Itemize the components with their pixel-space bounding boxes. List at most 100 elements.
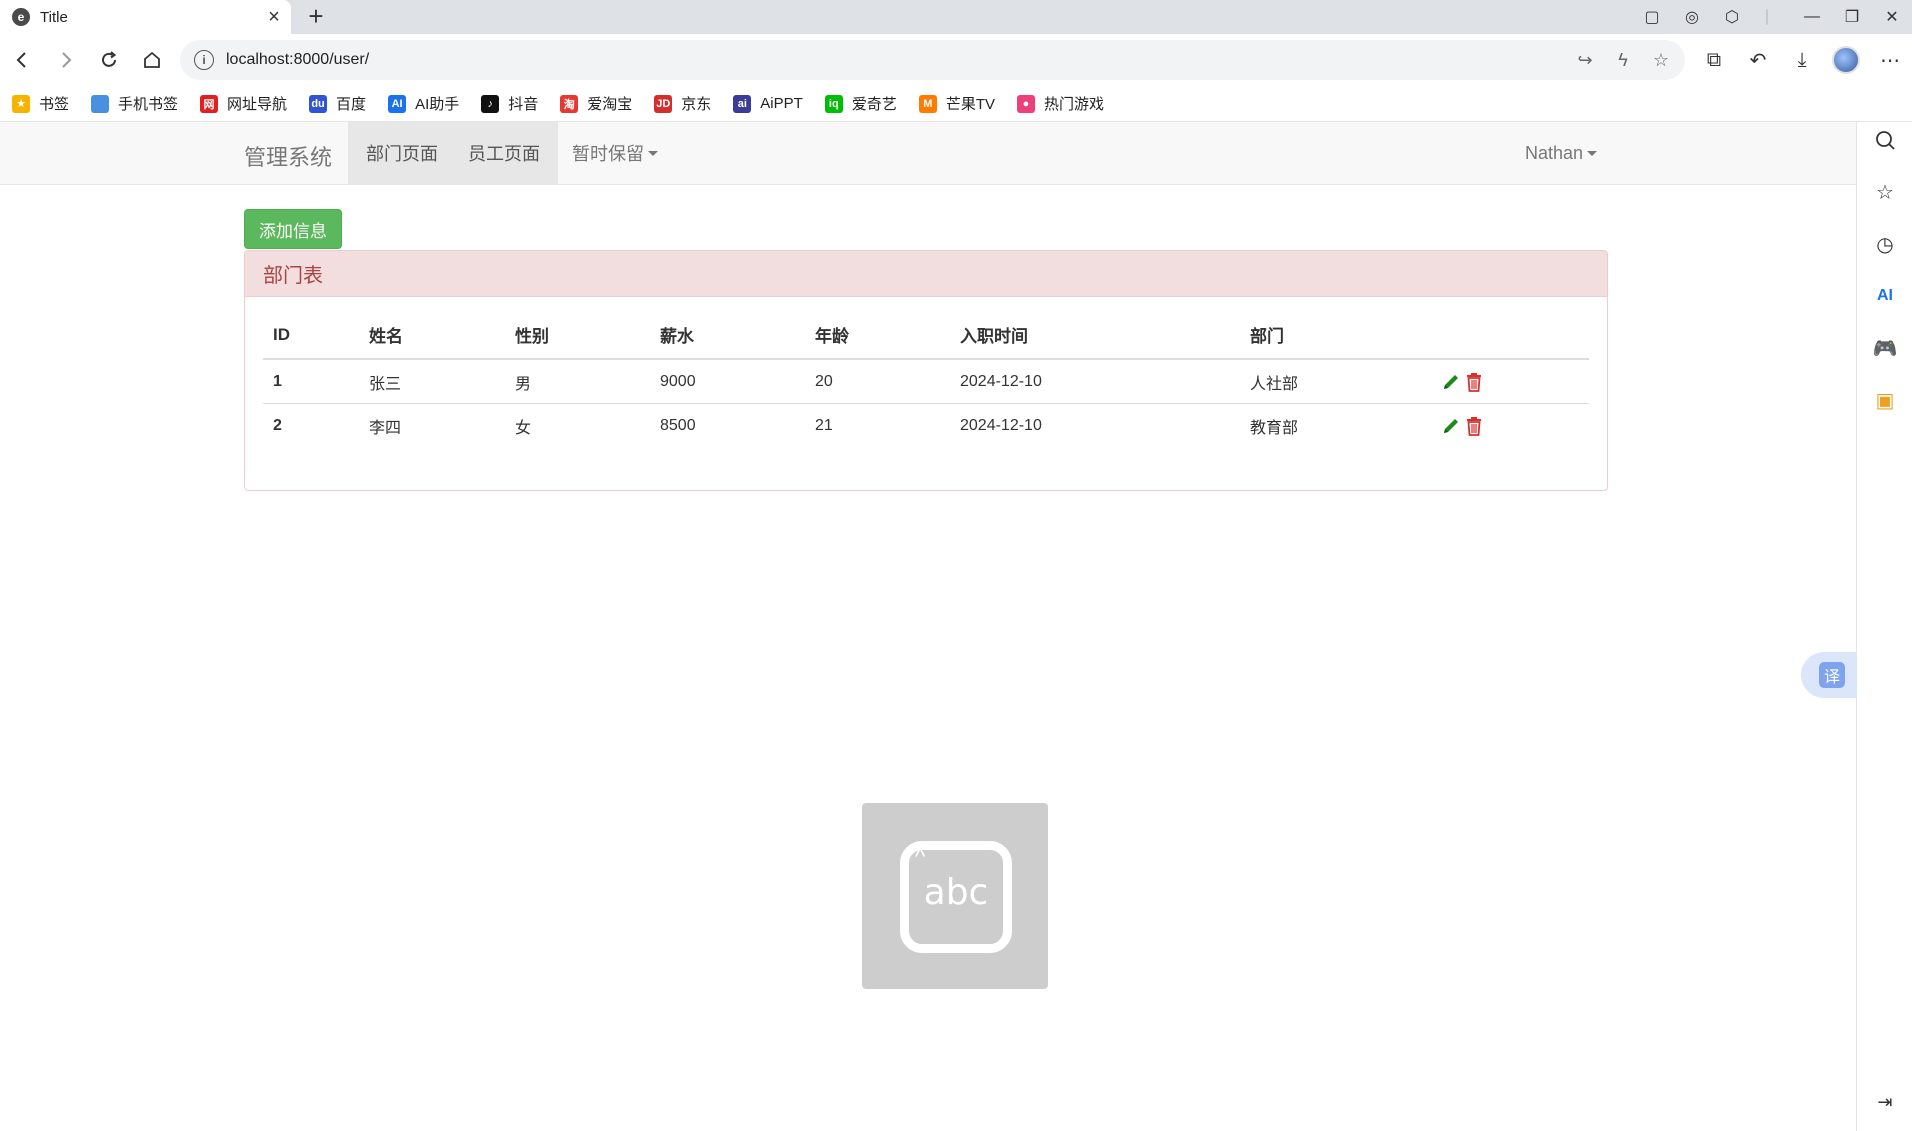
nav-dept-page[interactable]: 部门页面 <box>348 122 456 184</box>
cell-dept: 教育部 <box>1250 420 1299 437</box>
sidebar-collapse-icon[interactable]: ⇥ <box>1867 1084 1903 1120</box>
cell-id: 1 <box>273 372 282 390</box>
extensions-icon[interactable]: ⧉ <box>1692 42 1736 78</box>
reload-button[interactable] <box>93 44 125 76</box>
caret-up-icon: ^ <box>915 844 926 869</box>
extensions-bar-icon[interactable]: ⬡ <box>1712 0 1752 34</box>
bookmark-label: 热门游戏 <box>1044 96 1105 113</box>
col-header-name: 姓名 <box>369 327 403 346</box>
table-row: 1 张三 男 9000 20 2024-12-10 人社部 <box>263 360 1589 404</box>
browser-tab[interactable]: e Title × <box>0 0 291 34</box>
row-actions <box>1441 360 1483 403</box>
home-icon <box>144 51 160 68</box>
translate-button[interactable]: 译 <box>1801 652 1857 698</box>
forward-button[interactable] <box>50 44 82 76</box>
home-button[interactable] <box>136 44 168 76</box>
user-menu-dropdown[interactable]: Nathan <box>1507 122 1615 184</box>
cell-name: 张三 <box>369 375 402 393</box>
bookmark-label: 手机书签 <box>118 96 179 113</box>
minimize-button[interactable]: — <box>1792 0 1832 34</box>
cell-age: 21 <box>815 417 833 434</box>
restore-button[interactable]: ❐ <box>1832 0 1872 34</box>
sidebar-toolbox-icon[interactable]: ▣ <box>1867 382 1903 418</box>
nav-employee-page[interactable]: 员工页面 <box>450 122 558 184</box>
bookmarks-bar: ★ 书签 手机书签 网网址导航 du 百度 AI AI助手 ♪ 抖音 淘爱淘宝 JD 京东 ai AiPPT… <box>0 86 1912 122</box>
delete-trash-icon[interactable] <box>1465 416 1483 436</box>
bookmark-item[interactable]: iq 爱奇艺 <box>824 93 897 114</box>
bookmark-item[interactable]: 手机书签 <box>91 93 178 114</box>
cell-gender: 女 <box>515 420 532 437</box>
table-row: 2 李四 女 8500 21 2024-12-10 教育部 <box>263 404 1589 448</box>
dept-table: ID 姓名 性别 薪水 年龄 入职时间 部门 1 张三 男 9000 20 20… <box>263 311 1589 448</box>
cell-name: 李四 <box>369 420 402 437</box>
col-header-salary: 薪水 <box>660 327 694 346</box>
sidebar-games-icon[interactable]: 🎮 <box>1867 330 1903 366</box>
bookmark-label: 爱奇艺 <box>851 96 897 113</box>
nav-dropdown-reserved[interactable]: 暂时保留 <box>554 122 676 184</box>
forward-arrow-icon <box>62 52 72 68</box>
avatar <box>1832 46 1860 74</box>
cell-salary: 8500 <box>660 417 696 434</box>
sidebar-ai-icon[interactable]: AI <box>1867 278 1903 314</box>
phone-icon <box>91 94 110 113</box>
add-info-button[interactable]: 添加信息 <box>244 209 342 249</box>
cell-gender: 男 <box>515 375 532 393</box>
sidebar-search-icon[interactable] <box>1867 122 1903 158</box>
top-navbar: 管理系统 部门页面 员工页面 暂时保留 Nathan <box>0 122 1856 185</box>
cell-hire-date: 2024-12-10 <box>960 417 1042 434</box>
caret-down-icon <box>648 150 658 156</box>
bookmark-item[interactable]: 淘爱淘宝 <box>560 93 632 114</box>
ime-mode-indicator: ^ abc <box>862 803 1048 989</box>
bookmark-label: 抖音 <box>508 96 539 113</box>
iqiyi-icon: iq <box>824 94 843 113</box>
panel-heading: 部门表 <box>245 251 1607 297</box>
sidebar-favorites-icon[interactable]: ☆ <box>1867 174 1903 210</box>
bookmark-label: 芒果TV <box>945 96 995 113</box>
bookmark-item[interactable]: ★ 书签 <box>12 93 69 114</box>
bookmark-label: 爱淘宝 <box>587 96 633 113</box>
site-info-icon[interactable]: i <box>194 50 214 70</box>
profile-avatar-button[interactable] <box>1824 42 1868 78</box>
bookmark-item[interactable]: du 百度 <box>309 93 366 114</box>
url-text[interactable]: localhost:8000/user/ <box>226 51 369 69</box>
cell-salary: 9000 <box>660 372 696 390</box>
col-header-id: ID <box>273 324 290 344</box>
back-button[interactable] <box>6 44 38 76</box>
undo-history-icon[interactable]: ↶ <box>1736 42 1780 78</box>
back-arrow-icon <box>16 52 26 68</box>
bookmark-item[interactable]: AI AI助手 <box>388 93 459 114</box>
douyin-icon: ♪ <box>481 94 500 113</box>
bookmark-label: 网址导航 <box>227 96 288 113</box>
bookmark-label: 京东 <box>681 96 712 113</box>
bookmark-star-icon[interactable]: ☆ <box>1647 46 1675 74</box>
sidebar-history-icon[interactable]: ◷ <box>1867 226 1903 262</box>
incognito-icon[interactable]: ◎ <box>1672 0 1712 34</box>
download-icon[interactable]: ⤓ <box>1780 42 1824 78</box>
tab-overview-icon[interactable]: ▢ <box>1632 0 1672 34</box>
bookmark-item[interactable]: ai AiPPT <box>733 94 803 113</box>
edit-pencil-icon[interactable] <box>1441 416 1461 436</box>
divider: | <box>1764 8 1770 25</box>
cell-hire-date: 2024-12-10 <box>960 372 1042 390</box>
mango-icon: M <box>918 94 937 113</box>
bookmark-item[interactable]: ● 热门游戏 <box>1017 93 1104 114</box>
lightning-icon[interactable]: ϟ <box>1609 46 1637 74</box>
share-icon[interactable]: ↪ <box>1571 46 1599 74</box>
bookmark-item[interactable]: JD 京东 <box>654 93 711 114</box>
new-tab-button[interactable]: + <box>302 3 330 31</box>
right-sidebar: ☆ ◷ AI 🎮 ▣ ⇥ <box>1856 122 1912 1131</box>
close-tab-icon[interactable]: × <box>263 6 285 28</box>
baidu-icon: du <box>309 94 328 113</box>
edit-pencil-icon[interactable] <box>1441 372 1461 392</box>
taobao-icon: 淘 <box>560 94 579 113</box>
navbar-brand[interactable]: 管理系统 <box>244 140 332 172</box>
close-window-button[interactable]: ✕ <box>1872 0 1912 34</box>
delete-trash-icon[interactable] <box>1465 372 1483 392</box>
ime-mode-text: abc <box>923 872 989 913</box>
more-menu-icon[interactable]: ⋯ <box>1868 42 1912 78</box>
bookmark-item[interactable]: M 芒果TV <box>918 93 995 114</box>
bookmark-item[interactable]: ♪ 抖音 <box>481 93 538 114</box>
address-bar[interactable]: i localhost:8000/user/ ↪ ϟ ☆ <box>180 40 1685 80</box>
bookmark-item[interactable]: 网网址导航 <box>200 93 287 114</box>
address-toolbar: i localhost:8000/user/ ↪ ϟ ☆ ⧉ ↶ ⤓ ⋯ <box>0 34 1912 86</box>
